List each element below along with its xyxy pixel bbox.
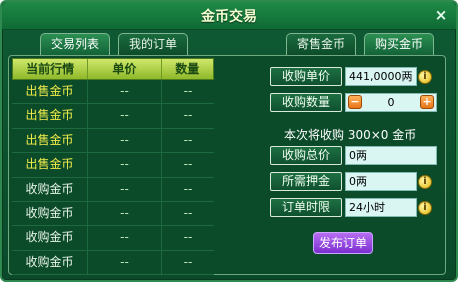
table-row[interactable]: 出售金币 -- -- xyxy=(12,80,214,105)
row-quantity: -- xyxy=(183,84,193,98)
row-type: 出售金币 xyxy=(12,104,88,128)
row-price: -- xyxy=(88,226,162,250)
row-price: -- xyxy=(88,201,162,226)
close-icon[interactable]: × xyxy=(432,6,450,24)
row-type: 出售金币 xyxy=(12,153,88,177)
row-price: -- xyxy=(88,153,162,177)
column-header-quantity: 数量 xyxy=(175,62,200,76)
row-quantity: -- xyxy=(183,108,193,123)
column-header-price: 单价 xyxy=(88,59,162,79)
info-icon[interactable]: i xyxy=(418,201,432,215)
table-row[interactable]: 收购金币 -- -- xyxy=(12,177,214,202)
row-type: 出售金币 xyxy=(12,80,88,104)
tab-consign-gold[interactable]: 寄售金币 xyxy=(286,33,356,55)
row-type: 出售金币 xyxy=(12,128,88,153)
row-quantity: -- xyxy=(183,181,193,196)
row-price: -- xyxy=(88,250,162,275)
table-row[interactable]: 出售金币 -- -- xyxy=(12,153,214,178)
total-price-label: 收购总价 xyxy=(270,146,342,165)
unit-price-label: 收购单价 xyxy=(270,67,342,86)
window-title: 金币交易 xyxy=(201,9,257,25)
market-table: 当前行情 单价 数量 出售金币 -- -- 出售金币 -- -- 出售金币 --… xyxy=(12,58,214,276)
deposit-label: 所需押金 xyxy=(270,172,342,191)
total-price-value: 0两 xyxy=(345,146,437,165)
title-bar: 金币交易 × xyxy=(2,2,456,30)
row-quantity: -- xyxy=(183,157,193,172)
row-price: -- xyxy=(88,80,162,104)
tab-buy-gold[interactable]: 购买金币 xyxy=(364,33,434,55)
table-row[interactable]: 出售金币 -- -- xyxy=(12,128,214,154)
info-icon[interactable]: i xyxy=(418,70,432,84)
increase-quantity-button[interactable]: + xyxy=(420,95,434,109)
row-type: 收购金币 xyxy=(12,226,88,250)
time-limit-label: 订单时限 xyxy=(270,198,342,217)
table-row[interactable]: 收购金币 -- -- xyxy=(12,226,214,251)
table-header: 当前行情 单价 数量 xyxy=(12,58,214,80)
row-quantity: -- xyxy=(183,254,193,269)
row-price: -- xyxy=(88,128,162,153)
row-type: 收购金币 xyxy=(12,177,88,201)
quantity-label: 收购数量 xyxy=(270,93,342,112)
row-type: 收购金币 xyxy=(12,250,88,275)
tab-trade-list[interactable]: 交易列表 xyxy=(40,33,110,55)
table-row[interactable]: 收购金币 -- -- xyxy=(12,201,214,227)
purchase-summary: 本次将收购 300×0 金币 xyxy=(284,128,417,142)
info-icon[interactable]: i xyxy=(418,175,432,189)
row-quantity: -- xyxy=(183,132,193,147)
row-type: 收购金币 xyxy=(12,201,88,226)
row-price: -- xyxy=(88,177,162,201)
row-price: -- xyxy=(88,104,162,128)
tab-my-orders[interactable]: 我的订单 xyxy=(118,33,188,55)
time-limit-value[interactable]: 24小时 xyxy=(345,198,417,217)
deposit-value: 0两 xyxy=(345,172,417,191)
column-header-market: 当前行情 xyxy=(13,59,89,79)
unit-price-input[interactable]: 441,0000两 xyxy=(345,67,417,86)
table-row[interactable]: 出售金币 -- -- xyxy=(12,104,214,129)
row-quantity: -- xyxy=(183,230,193,245)
table-row[interactable]: 收购金币 -- -- xyxy=(12,250,214,276)
decrease-quantity-button[interactable]: − xyxy=(348,95,362,109)
row-quantity: -- xyxy=(183,205,193,220)
publish-order-button[interactable]: 发布订单 xyxy=(313,232,373,254)
